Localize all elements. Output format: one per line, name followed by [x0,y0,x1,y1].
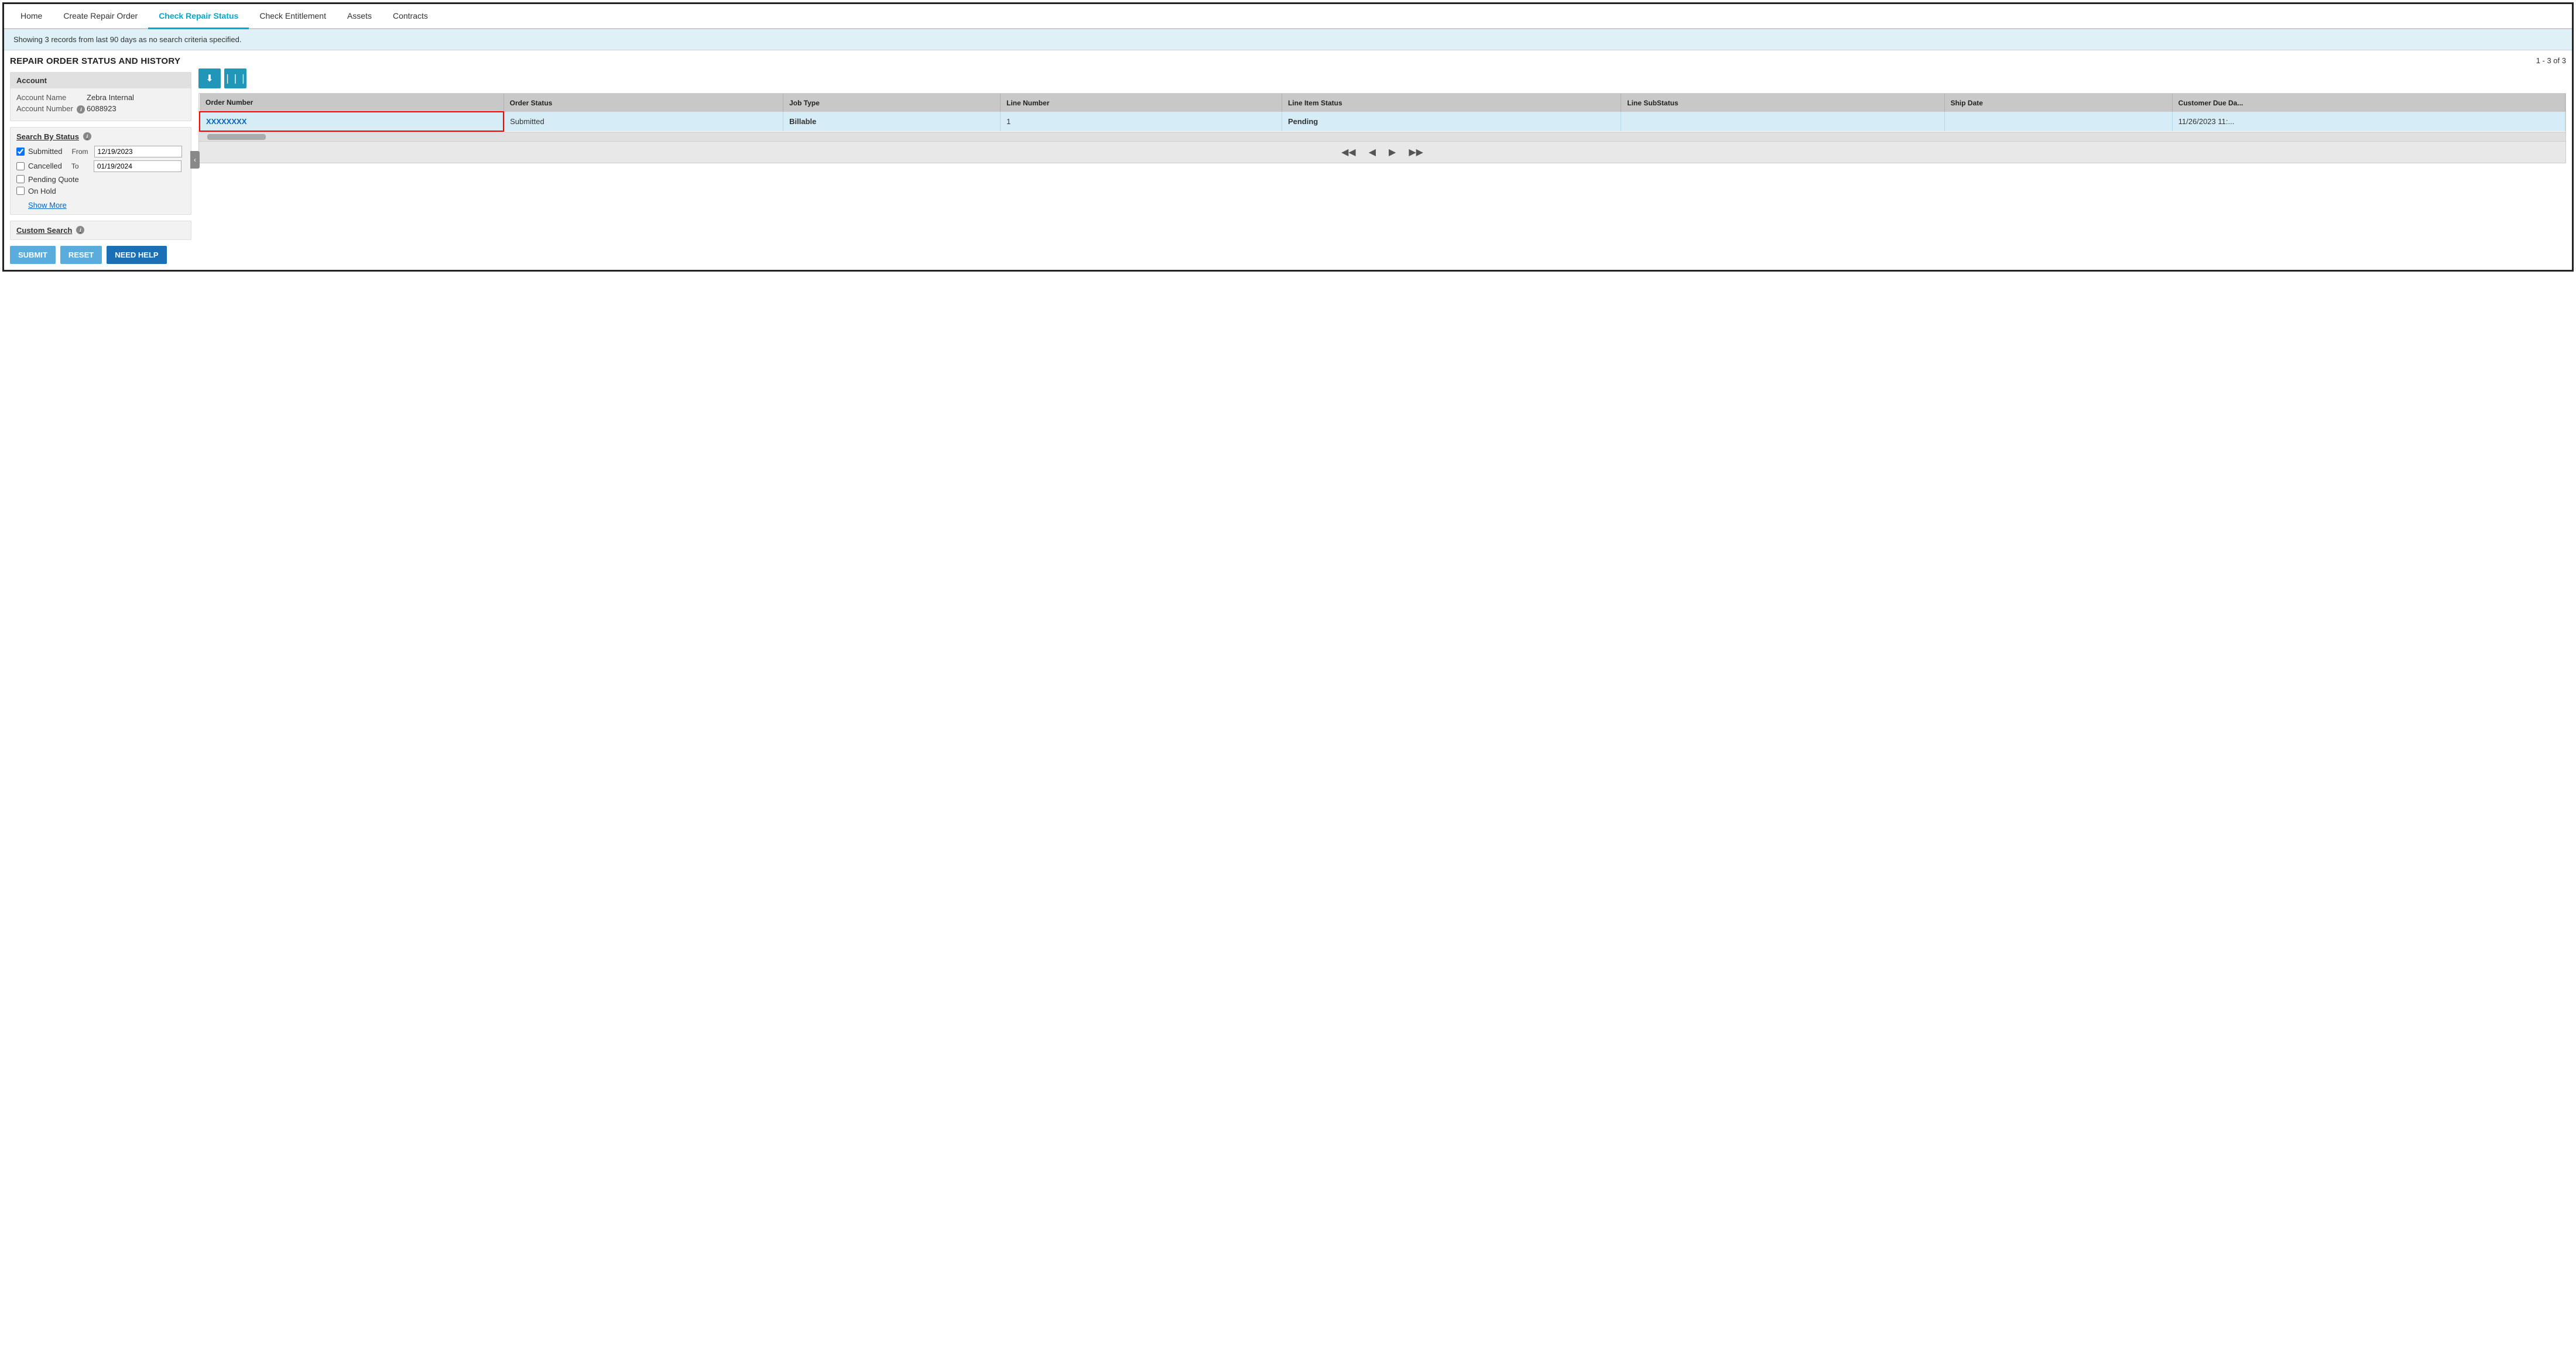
checkbox-pending-quote-row: Pending Quote [16,175,185,184]
download-icon: ⬇ [205,73,213,84]
line-number-cell: 1 [1001,112,1282,131]
submit-button[interactable]: SUBMIT [10,246,56,264]
account-box: Account Account Name Zebra Internal Acco… [10,72,191,121]
search-by-status-box: Search By Status i Submitted From Cancel… [10,127,191,215]
toolbar: ⬇ ❘❘❘ [198,68,2566,88]
need-help-button[interactable]: NEED HELP [107,246,166,264]
collapse-panel-button[interactable]: ‹ [190,151,200,169]
col-line-item-status: Line Item Status [1282,94,1621,112]
banner-text: Showing 3 records from last 90 days as n… [13,35,241,44]
custom-search-info-icon[interactable]: i [76,226,84,234]
job-type-cell: Billable [783,112,1001,131]
nav-item-contracts[interactable]: Contracts [382,4,439,29]
download-button[interactable]: ⬇ [198,68,221,88]
nav-item-create-repair-order[interactable]: Create Repair Order [53,4,148,29]
results-table-container: Order Number Order Status Job Type Line … [198,93,2566,163]
col-line-substatus: Line SubStatus [1621,94,1944,112]
customer-due-date-cell: 11/26/2023 11:... [2172,112,2565,131]
right-panel: 1 - 3 of 3 ⬇ ❘❘❘ Order Number Order Stat… [198,56,2566,264]
next-page-button[interactable]: ▶ [1385,145,1399,159]
checkbox-on-hold[interactable] [16,187,25,195]
checkbox-cancelled-row: Cancelled To [16,160,185,172]
checkbox-on-hold-label: On Hold [28,187,56,195]
nav-item-assets[interactable]: Assets [337,4,382,29]
nav-bar: HomeCreate Repair OrderCheck Repair Stat… [4,4,2572,29]
search-by-status-info-icon[interactable]: i [83,132,91,140]
show-more-link[interactable]: Show More [28,201,67,210]
info-banner: Showing 3 records from last 90 days as n… [4,29,2572,50]
nav-item-check-entitlement[interactable]: Check Entitlement [249,4,337,29]
columns-button[interactable]: ❘❘❘ [224,68,246,88]
order-status-cell: Submitted [503,112,783,131]
table-row[interactable]: XXXXXXXXSubmittedBillable1Pending 11/26/2… [200,112,2565,131]
checkbox-submitted-label: Submitted [28,147,63,156]
nav-item-check-repair-status[interactable]: Check Repair Status [148,4,249,29]
scroll-thumb [207,134,266,140]
from-label: From [72,148,94,156]
checkbox-submitted-row: Submitted From [16,146,185,157]
first-page-button[interactable]: ◀◀ [1338,145,1359,159]
checkbox-pending-quote-label: Pending Quote [28,175,79,184]
col-ship-date: Ship Date [1944,94,2172,112]
account-name-label: Account Name [16,93,87,102]
from-date-input[interactable] [94,146,182,157]
account-name-row: Account Name Zebra Internal [16,93,185,102]
checkbox-on-hold-row: On Hold [16,187,185,195]
line-item-status-cell: Pending [1282,112,1621,131]
columns-icon: ❘❘❘ [224,73,247,84]
record-count: 1 - 3 of 3 [2536,56,2566,65]
account-number-info-icon[interactable]: i [77,105,85,114]
nav-item-home[interactable]: Home [10,4,53,29]
account-name-value: Zebra Internal [87,93,134,102]
account-number-label: Account Number i [16,104,87,114]
account-number-value: 6088923 [87,104,117,114]
col-line-number: Line Number [1001,94,1282,112]
to-date-input[interactable] [94,160,181,172]
account-number-row: Account Number i 6088923 [16,104,185,114]
custom-search-box: Custom Search i [10,221,191,240]
account-box-header: Account [11,73,191,88]
checkbox-cancelled[interactable] [16,162,25,170]
ship-date-cell [1944,112,2172,131]
checkbox-cancelled-label: Cancelled [28,162,62,170]
reset-button[interactable]: RESET [60,246,102,264]
col-job-type: Job Type [783,94,1001,112]
action-buttons: SUBMIT RESET NEED HELP [10,246,191,264]
col-customer-due-date: Customer Due Da... [2172,94,2565,112]
scroll-indicator[interactable] [199,132,2565,141]
top-controls: 1 - 3 of 3 [198,56,2566,65]
line-substatus-cell [1621,112,1944,131]
section-title: REPAIR ORDER STATUS AND HISTORY [10,56,191,66]
checkbox-submitted[interactable] [16,148,25,156]
to-label: To [71,162,94,170]
last-page-button[interactable]: ▶▶ [1405,145,1427,159]
order-number-cell[interactable]: XXXXXXXX [200,112,503,131]
custom-search-title: Custom Search i [16,226,185,235]
pagination: ◀◀ ◀ ▶ ▶▶ [199,141,2565,163]
checkbox-pending-quote[interactable] [16,175,25,183]
search-by-status-title: Search By Status i [16,132,185,141]
col-order-status: Order Status [503,94,783,112]
results-table: Order Number Order Status Job Type Line … [199,94,2565,132]
table-header-row: Order Number Order Status Job Type Line … [200,94,2565,112]
prev-page-button[interactable]: ◀ [1365,145,1379,159]
col-order-number: Order Number [200,94,503,112]
